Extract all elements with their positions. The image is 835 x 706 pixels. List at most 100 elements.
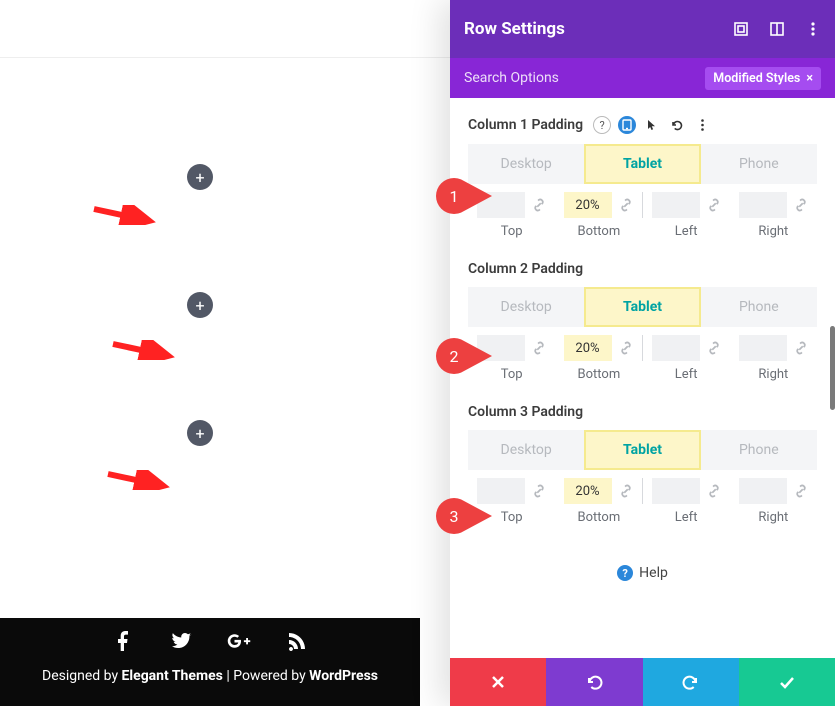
link-icon[interactable] <box>793 483 809 499</box>
link-icon[interactable] <box>531 197 547 213</box>
padding-inputs <box>468 192 817 218</box>
padding-label: Left <box>643 510 730 525</box>
padding-bottom-input[interactable] <box>564 335 612 361</box>
padding-label: Bottom <box>555 510 642 525</box>
annotation-marker: 3 <box>436 498 492 534</box>
panel-title: Row Settings <box>464 19 565 39</box>
annotation-marker: 1 <box>436 178 492 214</box>
device-tab-desktop[interactable]: Desktop <box>468 287 584 327</box>
device-tab-tablet[interactable]: Tablet <box>584 287 700 327</box>
padding-bottom-input[interactable] <box>564 192 612 218</box>
add-module-button[interactable]: + <box>187 164 213 190</box>
padding-left-input[interactable] <box>652 478 700 504</box>
google-plus-icon[interactable] <box>227 629 251 657</box>
padding-right-input[interactable] <box>739 478 787 504</box>
more-icon[interactable] <box>693 116 711 134</box>
padding-inputs <box>468 335 817 361</box>
cms-link[interactable]: WordPress <box>309 668 378 684</box>
panel-header: Row Settings <box>450 0 835 58</box>
add-module-button[interactable]: + <box>187 420 213 446</box>
group-title: Column 3 Padding <box>468 404 583 420</box>
row-settings-panel: Row Settings Search Options Modified Sty… <box>450 0 835 706</box>
panel-search-bar: Search Options Modified Styles × <box>450 58 835 98</box>
padding-group: Column 1 Padding? DesktopTabletPhone TopBo… <box>468 116 817 239</box>
link-icon[interactable] <box>706 340 722 356</box>
link-icon[interactable] <box>706 197 722 213</box>
device-tab-phone[interactable]: Phone <box>701 430 817 470</box>
group-title: Column 1 Padding <box>468 117 583 133</box>
rss-icon[interactable] <box>285 629 309 657</box>
padding-label: Left <box>643 367 730 382</box>
padding-label: Right <box>730 224 817 239</box>
filter-modified-styles[interactable]: Modified Styles × <box>705 67 821 90</box>
svg-text:2: 2 <box>450 347 459 366</box>
link-icon[interactable] <box>793 340 809 356</box>
stack-icon[interactable] <box>769 21 785 37</box>
device-tab-phone[interactable]: Phone <box>701 287 817 327</box>
add-module-button[interactable]: + <box>187 292 213 318</box>
builder-canvas: + + + <box>0 58 420 618</box>
link-icon[interactable] <box>618 483 634 499</box>
redo-button[interactable] <box>643 658 739 706</box>
reset-icon[interactable] <box>668 116 686 134</box>
device-tab-tablet[interactable]: Tablet <box>584 144 700 184</box>
padding-label: Bottom <box>555 224 642 239</box>
annotation-marker: 2 <box>436 338 492 374</box>
padding-right-input[interactable] <box>739 335 787 361</box>
panel-body[interactable]: Column 1 Padding?DesktopTabletPhoneTopBo… <box>450 98 835 658</box>
help-icon[interactable]: ? <box>593 116 611 134</box>
padding-label: Right <box>730 367 817 382</box>
link-icon[interactable] <box>618 340 634 356</box>
expand-icon[interactable] <box>733 21 749 37</box>
help-icon: ? <box>617 565 633 581</box>
padding-left-input[interactable] <box>652 335 700 361</box>
padding-group: Column 2 Padding DesktopTabletPhone TopBot… <box>468 261 817 382</box>
filter-clear-icon[interactable]: × <box>806 71 813 86</box>
group-title: Column 2 Padding <box>468 261 583 277</box>
link-icon[interactable] <box>706 483 722 499</box>
link-icon[interactable] <box>793 197 809 213</box>
twitter-icon[interactable] <box>169 629 193 657</box>
device-tab-tablet[interactable]: Tablet <box>584 430 700 470</box>
cancel-button[interactable] <box>450 658 546 706</box>
link-icon[interactable] <box>531 340 547 356</box>
device-tabs: DesktopTabletPhone <box>468 287 817 327</box>
search-options-input[interactable]: Search Options <box>464 70 559 86</box>
device-tabs: DesktopTabletPhone <box>468 144 817 184</box>
annotation-arrow <box>109 340 179 360</box>
device-tab-phone[interactable]: Phone <box>701 144 817 184</box>
device-tab-desktop[interactable]: Desktop <box>468 430 584 470</box>
theme-link[interactable]: Elegant Themes <box>122 668 223 684</box>
panel-actions <box>450 658 835 706</box>
svg-text:3: 3 <box>450 507 459 526</box>
padding-label: Top <box>468 224 555 239</box>
tablet-icon[interactable] <box>618 116 636 134</box>
padding-label: Left <box>643 224 730 239</box>
more-icon[interactable] <box>805 21 821 37</box>
padding-labels: TopBottomLeftRight <box>468 367 817 382</box>
group-tools: ? <box>593 116 711 134</box>
svg-text:1: 1 <box>450 187 459 206</box>
padding-label: Right <box>730 510 817 525</box>
footer-credit: Designed by Elegant Themes | Powered by … <box>0 668 420 692</box>
hover-icon[interactable] <box>643 116 661 134</box>
link-icon[interactable] <box>531 483 547 499</box>
padding-labels: TopBottomLeftRight <box>468 224 817 239</box>
padding-bottom-input[interactable] <box>564 478 612 504</box>
facebook-icon[interactable] <box>111 629 135 657</box>
undo-button[interactable] <box>546 658 642 706</box>
padding-left-input[interactable] <box>652 192 700 218</box>
padding-label: Bottom <box>555 367 642 382</box>
site-footer: Designed by Elegant Themes | Powered by … <box>0 618 420 706</box>
padding-right-input[interactable] <box>739 192 787 218</box>
padding-group: Column 3 Padding DesktopTabletPhone TopBot… <box>468 404 817 525</box>
link-icon[interactable] <box>618 197 634 213</box>
device-tabs: DesktopTabletPhone <box>468 430 817 470</box>
help-link[interactable]: ?Help <box>468 547 817 599</box>
annotation-arrow <box>104 470 174 490</box>
annotation-arrow <box>90 205 160 225</box>
save-button[interactable] <box>739 658 835 706</box>
padding-labels: TopBottomLeftRight <box>468 510 817 525</box>
scrollbar-thumb[interactable] <box>830 326 835 410</box>
social-icons <box>0 618 420 668</box>
